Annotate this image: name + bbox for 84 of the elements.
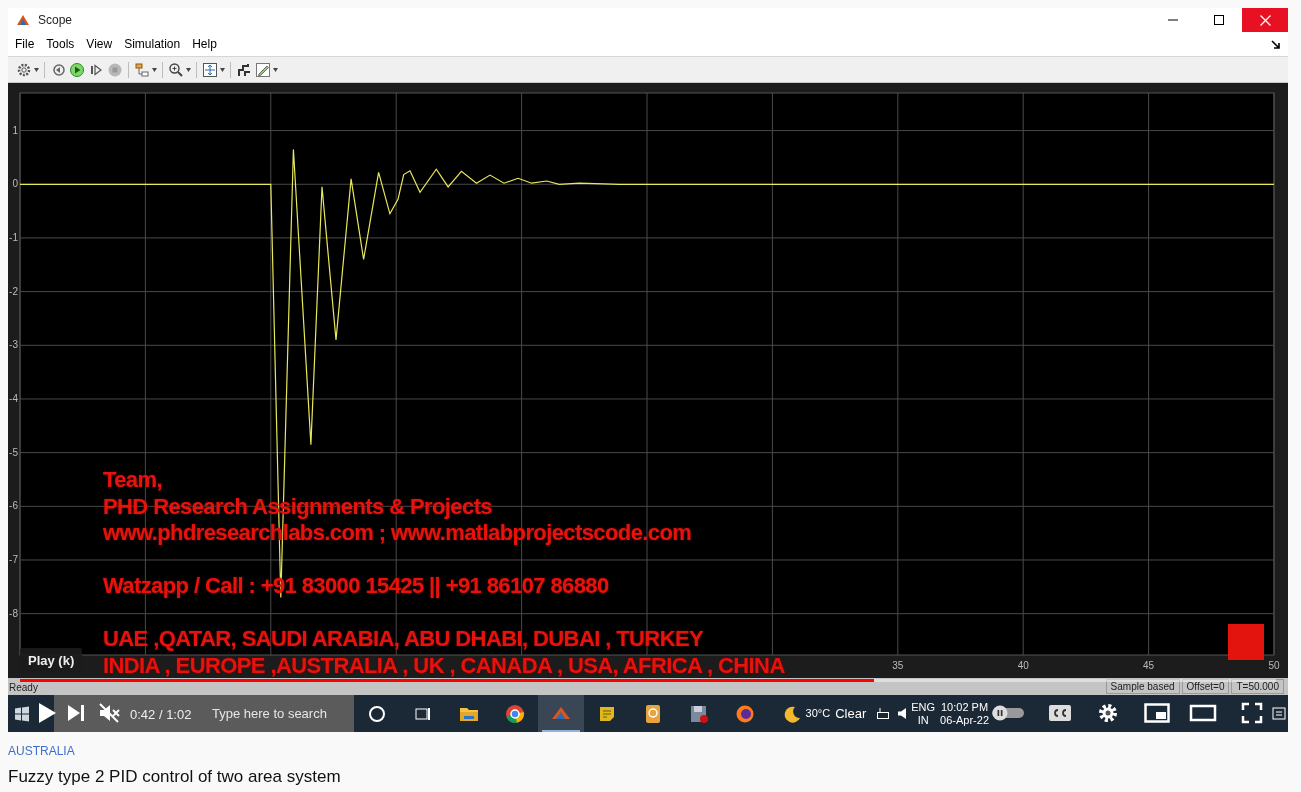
language-text: ENG bbox=[911, 700, 936, 714]
caret-icon bbox=[186, 67, 191, 72]
miniplayer-icon bbox=[1144, 703, 1170, 723]
theater-mode-icon bbox=[1189, 704, 1217, 722]
step-forward-icon bbox=[88, 61, 104, 78]
status-text: Ready bbox=[9, 682, 38, 694]
run-button[interactable] bbox=[69, 61, 85, 78]
x-tick-label: 50 bbox=[1268, 660, 1280, 671]
chrome-icon bbox=[505, 703, 525, 724]
caret-icon bbox=[34, 67, 39, 72]
status-field: Sample based bbox=[1105, 679, 1180, 694]
fit-axes-icon bbox=[202, 61, 218, 78]
gear-button[interactable] bbox=[16, 61, 39, 78]
pencil-icon bbox=[255, 61, 271, 78]
zoom-icon bbox=[168, 61, 184, 78]
moon-icon bbox=[782, 704, 801, 723]
x-tick-label: 35 bbox=[892, 660, 904, 671]
y-tick-label: -2 bbox=[9, 285, 18, 297]
video-time: 0:42 / 1:02 bbox=[130, 706, 192, 724]
autoplay-icon bbox=[990, 705, 1026, 721]
window-title: Scope bbox=[38, 12, 73, 29]
notification-icon bbox=[1271, 705, 1287, 722]
weather-text: Clear bbox=[835, 704, 867, 723]
progress-bar[interactable] bbox=[20, 679, 1276, 682]
caret-icon bbox=[273, 67, 278, 72]
zoom-button[interactable] bbox=[168, 61, 191, 78]
step-back-button[interactable] bbox=[50, 61, 66, 78]
note-graphic bbox=[1228, 624, 1264, 660]
y-tick-label: 1 bbox=[12, 124, 18, 136]
matlab-logo-icon bbox=[16, 13, 30, 27]
menu-item[interactable]: Help bbox=[186, 33, 223, 55]
menu-item[interactable]: View bbox=[80, 33, 119, 55]
maximize-icon bbox=[1214, 15, 1224, 25]
y-tick-label: -6 bbox=[9, 500, 18, 512]
fit-axes-button[interactable] bbox=[202, 61, 225, 78]
clock-date: 06-Apr-22 bbox=[940, 713, 989, 727]
y-tick-label: -8 bbox=[9, 607, 18, 619]
status-field: T=50.000 bbox=[1231, 679, 1284, 694]
language-text: IN bbox=[917, 713, 929, 727]
pencil-button[interactable] bbox=[255, 61, 278, 78]
video-title: Fuzzy type 2 PID control of two area system bbox=[8, 766, 342, 788]
circle-icon bbox=[367, 703, 387, 724]
undock-arrow-icon bbox=[1271, 39, 1280, 49]
clock-time: 10:02 PM bbox=[941, 700, 989, 714]
run-icon bbox=[69, 61, 85, 78]
close-icon bbox=[1259, 14, 1271, 26]
y-tick-label: -7 bbox=[9, 554, 18, 565]
menu-item[interactable]: Tools bbox=[40, 33, 81, 55]
document-icon bbox=[643, 703, 663, 724]
step-forward-button[interactable] bbox=[88, 61, 104, 78]
status-field: Offset=0 bbox=[1181, 679, 1230, 694]
play-icon bbox=[36, 701, 58, 725]
x-tick-label: 45 bbox=[1143, 660, 1155, 671]
y-tick-label: -4 bbox=[9, 392, 18, 404]
speaker-icon bbox=[898, 708, 907, 719]
windows-logo-icon bbox=[14, 705, 30, 722]
menu-item[interactable]: Simulation bbox=[118, 33, 187, 55]
captions-icon bbox=[1048, 704, 1072, 722]
blocks-button[interactable] bbox=[134, 61, 157, 78]
matlab-logo-taskbar-button[interactable] bbox=[538, 695, 584, 732]
next-icon bbox=[66, 703, 86, 723]
overlay-text: Team, bbox=[103, 467, 162, 494]
settings-icon bbox=[1097, 702, 1119, 724]
firefox-icon bbox=[735, 703, 755, 724]
stop-icon bbox=[107, 61, 123, 78]
overlay-text: UAE ,QATAR, SAUDI ARABIA, ABU DHABI, DUBAI , TURKEY bbox=[103, 626, 704, 653]
y-tick-label: -1 bbox=[9, 231, 18, 243]
minimize-icon bbox=[1168, 19, 1178, 21]
step-back-icon bbox=[50, 61, 66, 78]
temperature-text: 30°C bbox=[805, 706, 831, 722]
mute-icon bbox=[98, 702, 120, 724]
blocks-icon bbox=[134, 61, 150, 78]
fullscreen-icon bbox=[1241, 702, 1263, 724]
overlay-text: INDIA , EUROPE ,AUSTRALIA , UK , CANADA , USA, AFRICA , CHINA bbox=[103, 652, 785, 679]
gear-icon bbox=[16, 61, 32, 78]
caret-icon bbox=[220, 67, 225, 72]
y-tick-label: -5 bbox=[9, 446, 18, 458]
hashtag-link[interactable]: AUSTRALIA bbox=[8, 742, 1301, 760]
y-tick-label: 0 bbox=[12, 178, 18, 190]
disk-record-icon bbox=[689, 703, 709, 724]
y-tick-label: -3 bbox=[9, 339, 18, 351]
menu-item[interactable]: File bbox=[9, 33, 41, 55]
caret-icon bbox=[152, 67, 157, 72]
x-tick-label: 40 bbox=[1017, 660, 1029, 671]
